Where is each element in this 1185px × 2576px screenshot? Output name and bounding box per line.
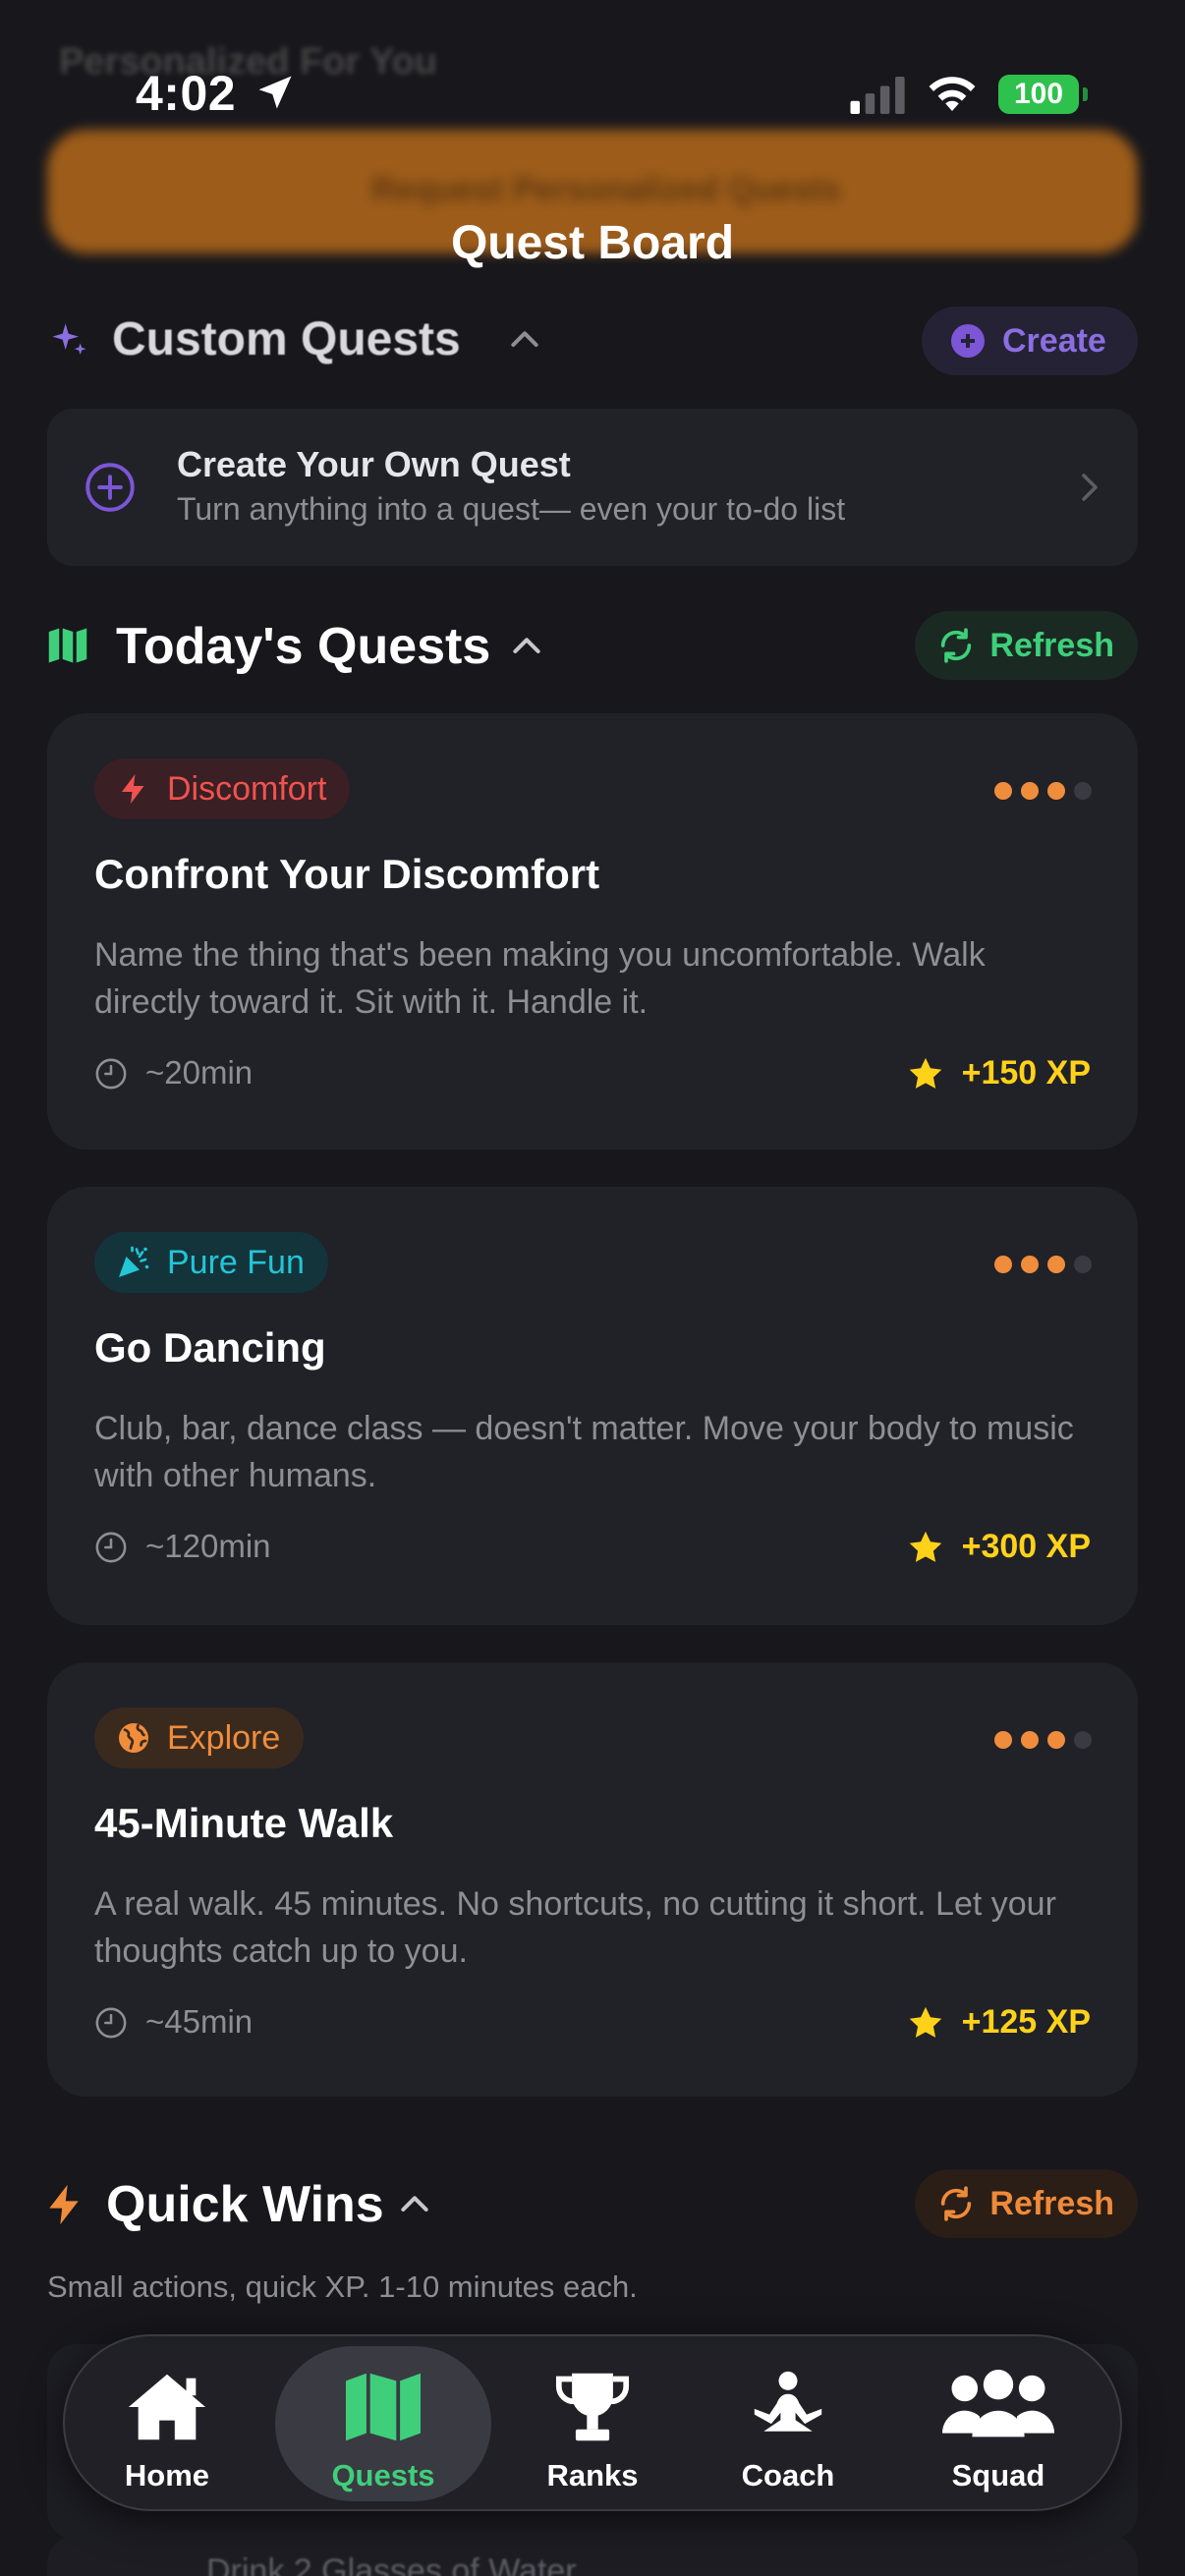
trophy-icon: [555, 2373, 630, 2441]
xp-label: +125 XP: [961, 2003, 1091, 2041]
todays-quests-header: Today's Quests Refresh: [47, 609, 1138, 682]
custom-quests-title: Custom Quests: [112, 313, 461, 365]
quest-description: Name the thing that's been making you un…: [94, 936, 986, 1021]
xp-label: +300 XP: [961, 1528, 1091, 1565]
refresh-todays-quests-button[interactable]: Refresh: [915, 611, 1138, 680]
plus-circle-outline-icon: [85, 463, 135, 512]
clock-icon: [95, 1532, 127, 1563]
sparkle-icon: [52, 323, 86, 355]
chevron-up-icon[interactable]: [395, 2185, 434, 2224]
star-icon: [909, 1057, 941, 1089]
tab-coach[interactable]: Coach: [700, 2346, 876, 2501]
quest-duration: ~20min: [94, 1053, 253, 1092]
page-title: Quest Board: [450, 217, 735, 269]
tab-ranks[interactable]: Ranks: [509, 2346, 676, 2501]
group-icon: [941, 2370, 1055, 2437]
difficulty-dots: [994, 1256, 1093, 1275]
create-own-quest-card[interactable]: Create Your Own Quest Turn anything into…: [47, 409, 1138, 566]
quick-win-title: Drink 2 Glasses of Water: [206, 2552, 577, 2576]
quick-wins-subtitle: Small actions, quick XP. 1-10 minutes ea…: [47, 2269, 638, 2304]
difficulty-dots: [994, 1731, 1093, 1751]
create-own-quest-subtitle: Turn anything into a quest— even your to…: [177, 491, 846, 527]
bolt-icon: [49, 2184, 79, 2225]
map-icon: [346, 2373, 421, 2441]
star-icon: [909, 2006, 941, 2038]
map-icon: [48, 628, 87, 663]
battery-indicator: 100: [998, 75, 1088, 114]
tab-squad[interactable]: Squad: [902, 2346, 1095, 2501]
quest-duration: ~45min: [94, 2002, 253, 2042]
quest-description: A real walk. 45 minutes. No shortcuts, n…: [94, 1885, 1056, 1970]
status-time: 4:02: [136, 66, 237, 121]
refresh-label: Refresh: [989, 627, 1114, 664]
plus-circle-icon: [951, 324, 985, 358]
difficulty-dots: [994, 782, 1093, 802]
category-label: Pure Fun: [167, 1244, 305, 1281]
create-quest-button[interactable]: Create: [922, 307, 1138, 375]
tab-home[interactable]: Home: [86, 2346, 248, 2501]
custom-quests-header: Custom Quests Create: [47, 307, 1138, 375]
tab-label: Ranks: [546, 2458, 639, 2492]
status-bar: 4:02 100: [0, 59, 1185, 128]
todays-quests-title: Today's Quests: [116, 618, 491, 675]
quest-xp-reward: +125 XP: [907, 2002, 1091, 2042]
chevron-right-icon: [1082, 474, 1098, 501]
star-icon: [909, 1531, 941, 1562]
quest-title: 45-Minute Walk: [94, 1800, 394, 1846]
quest-xp-reward: +300 XP: [907, 1527, 1091, 1566]
home-icon: [128, 2374, 206, 2440]
quick-wins-header: Quick Wins Refresh: [47, 2167, 1138, 2240]
globe-icon: [119, 1723, 148, 1753]
clock-icon: [95, 1058, 127, 1090]
create-label: Create: [1002, 322, 1106, 360]
category-label: Discomfort: [167, 770, 327, 808]
refresh-quick-wins-button[interactable]: Refresh: [915, 2169, 1138, 2238]
duration-label: ~45min: [145, 2003, 254, 2040]
category-tag: Explore: [94, 1708, 305, 1768]
bolt-icon: [122, 774, 144, 804]
category-label: Explore: [167, 1719, 281, 1757]
tab-label: Coach: [741, 2458, 835, 2492]
meditation-icon: [754, 2371, 822, 2432]
tab-label: Squad: [951, 2458, 1045, 2492]
quest-card[interactable]: Pure Fun Go Dancing Club, bar, dance cla…: [47, 1187, 1138, 1625]
chevron-up-icon[interactable]: [507, 627, 546, 666]
quest-xp-reward: +150 XP: [907, 1053, 1091, 1092]
chevron-up-icon[interactable]: [505, 320, 544, 360]
duration-label: ~20min: [145, 1054, 254, 1091]
tab-label: Quests: [331, 2458, 435, 2492]
quest-title: Go Dancing: [94, 1324, 326, 1371]
party-popper-icon: [119, 1246, 149, 1277]
create-own-quest-title: Create Your Own Quest: [177, 444, 571, 484]
quest-card[interactable]: Discomfort Confront Your Discomfort Name…: [47, 713, 1138, 1149]
xp-label: +150 XP: [961, 1054, 1091, 1092]
quest-description: Club, bar, dance class — doesn't matter.…: [94, 1410, 1074, 1494]
quest-card[interactable]: Explore 45-Minute Walk A real walk. 45 m…: [47, 1662, 1138, 2097]
location-arrow-icon: [258, 76, 292, 109]
tab-quests[interactable]: Quests: [275, 2346, 491, 2501]
wifi-icon: [929, 77, 976, 111]
refresh-icon: [941, 2186, 972, 2221]
cellular-signal-icon: [850, 77, 905, 114]
tab-label: Home: [124, 2458, 210, 2492]
refresh-icon: [941, 628, 972, 663]
quick-wins-title: Quick Wins: [106, 2176, 384, 2233]
refresh-label: Refresh: [989, 2185, 1114, 2222]
duration-label: ~120min: [145, 1528, 271, 1564]
quest-title: Confront Your Discomfort: [94, 851, 600, 897]
category-tag: Pure Fun: [94, 1232, 328, 1293]
category-tag: Discomfort: [94, 758, 351, 819]
tab-bar: Home Quests Ranks Coach Squad: [63, 2334, 1122, 2511]
quest-duration: ~120min: [94, 1527, 271, 1566]
clock-icon: [95, 2007, 127, 2039]
